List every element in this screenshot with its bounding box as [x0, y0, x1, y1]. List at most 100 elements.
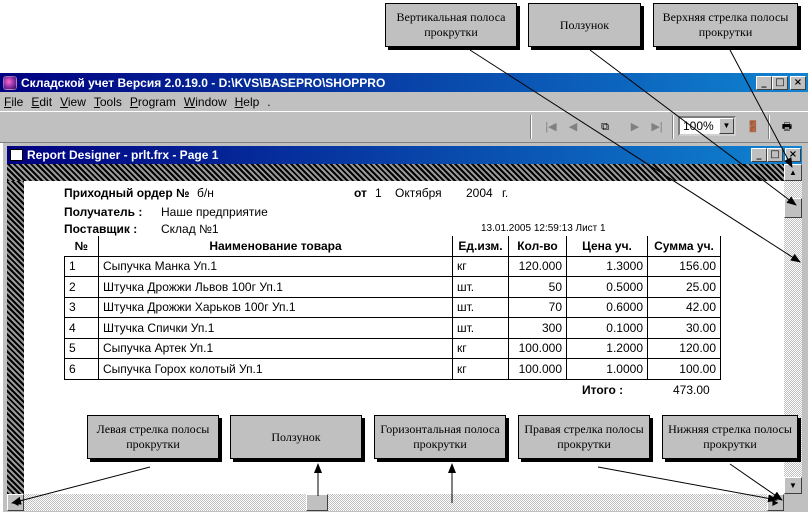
menu-bar: File Edit View Tools Program Window Help…	[0, 92, 808, 111]
cell-unit: кг	[452, 255, 509, 277]
table-row: 4 Штучка Спички Уп.1 шт. 300 0.1000 30.0…	[64, 317, 721, 339]
cell-price: 0.5000	[566, 276, 648, 298]
callout-right-arrow: Правая стрелка полосы прокрутки	[518, 415, 650, 459]
menu-file[interactable]: File	[4, 95, 23, 109]
cell-qty: 100.000	[508, 358, 567, 380]
report-maximize-button[interactable]: □	[767, 148, 783, 162]
cell-price: 0.6000	[566, 296, 648, 318]
column-header: Ед.изм.	[452, 236, 509, 257]
scroll-up-icon[interactable]: ▲	[784, 164, 802, 181]
cell-name: Сыпучка Артек Уп.1	[98, 337, 453, 359]
toolbar-separator	[672, 115, 674, 139]
recipient-value: Наше предприятие	[161, 205, 268, 219]
cell-unit: шт.	[452, 296, 509, 318]
cell-qty: 50	[508, 276, 567, 298]
cell-index: 1	[64, 255, 99, 277]
menu-help[interactable]: Help	[235, 95, 260, 109]
app-minimize-button[interactable]: _	[756, 75, 772, 90]
report-doc-icon	[10, 149, 23, 161]
cell-name: Штучка Дрожжи Харьков 100г Уп.1	[98, 296, 453, 318]
cell-index: 4	[64, 317, 99, 339]
table-row: 1 Сыпучка Манка Уп.1 кг 120.000 1.3000 1…	[64, 255, 721, 277]
cell-sum: 25.00	[647, 276, 721, 298]
scroll-right-icon[interactable]: ▶	[767, 494, 784, 511]
first-page-icon[interactable]: |◀	[540, 117, 562, 137]
callout-horizontal-scrollbar: Горизонтальная полоса прокрутки	[374, 415, 506, 459]
horizontal-scrollbar[interactable]	[7, 494, 784, 511]
cell-sum: 30.00	[647, 317, 721, 339]
exit-icon[interactable]: 🚪	[742, 117, 764, 137]
chevron-down-icon[interactable]: ▼	[719, 118, 734, 134]
column-header: Сумма уч.	[647, 236, 721, 257]
cell-unit: шт.	[452, 317, 509, 339]
supplier-label: Поставщик :	[64, 222, 138, 236]
app-maximize-button[interactable]: □	[772, 75, 788, 90]
supplier-value: Склад №1	[161, 222, 219, 236]
callout-vertical-scrollbar: Вертикальная полоса прокрутки	[385, 3, 517, 47]
cell-index: 6	[64, 358, 99, 380]
cell-price: 1.3000	[566, 255, 648, 277]
table-row: 3 Штучка Дрожжи Харьков 100г Уп.1 шт. 70…	[64, 296, 721, 318]
cell-name: Сыпучка Манка Уп.1	[98, 255, 453, 277]
app-titlebar[interactable]: Складской учет Версия 2.0.19.0 - D:\KVS\…	[0, 73, 808, 92]
callout-horizontal-thumb: Ползунок	[230, 415, 362, 459]
scrollbar-corner	[784, 494, 802, 511]
print-icon[interactable]: 🖶	[776, 117, 798, 137]
menu-edit[interactable]: Edit	[31, 95, 52, 109]
cell-sum: 100.00	[647, 358, 721, 380]
report-minimize-button[interactable]: _	[751, 148, 767, 162]
callout-bottom-arrow: Нижняя стрелка полосы прокрутки	[662, 415, 798, 459]
column-header: Цена уч.	[566, 236, 648, 257]
report-close-button[interactable]: ×	[785, 148, 801, 162]
next-page-icon[interactable]: ▶	[624, 117, 646, 137]
cell-qty: 70	[508, 296, 567, 318]
cell-index: 2	[64, 276, 99, 298]
scroll-down-icon[interactable]: ▼	[784, 477, 802, 494]
report-window-title: Report Designer - prlt.frx - Page 1	[27, 148, 219, 162]
callout-left-arrow: Левая стрелка полосы прокрутки	[87, 415, 219, 459]
cell-sum: 120.00	[647, 337, 721, 359]
callout-top-arrow: Верхняя стрелка полосы прокрутки	[653, 3, 798, 47]
column-header: №	[64, 236, 99, 257]
menu-window[interactable]: Window	[184, 95, 227, 109]
date-suffix: г.	[502, 186, 509, 200]
cell-name: Штучка Дрожжи Львов 100г Уп.1	[98, 276, 453, 298]
date-label: от	[354, 186, 367, 200]
callout-vertical-thumb: Ползунок	[528, 3, 641, 47]
vertical-scroll-thumb[interactable]	[784, 198, 802, 218]
cell-unit: шт.	[452, 276, 509, 298]
menu-tools[interactable]: Tools	[94, 95, 122, 109]
cell-unit: кг	[452, 337, 509, 359]
date-month: Октября	[395, 186, 442, 200]
horizontal-scroll-thumb[interactable]	[306, 494, 328, 511]
doc-label: Приходный ордер №	[64, 186, 190, 200]
cell-name: Штучка Спички Уп.1	[98, 317, 453, 339]
menu-program[interactable]: Program	[130, 95, 176, 109]
table-row: 5 Сыпучка Артек Уп.1 кг 100.000 1.2000 1…	[64, 337, 721, 359]
zoom-value: 100%	[683, 119, 714, 133]
cell-qty: 100.000	[508, 337, 567, 359]
app-close-button[interactable]: ×	[790, 75, 806, 90]
cell-qty: 300	[508, 317, 567, 339]
menu-view[interactable]: View	[60, 95, 86, 109]
total-label: Итого :	[582, 383, 624, 397]
column-header: Наименование товара	[98, 236, 453, 257]
cell-qty: 120.000	[508, 255, 567, 277]
app-logo-icon	[3, 75, 17, 90]
column-header: Кол-во	[508, 236, 567, 257]
menu-extra[interactable]: .	[267, 95, 270, 109]
last-page-icon[interactable]: ▶|	[646, 117, 668, 137]
table-row: 2 Штучка Дрожжи Львов 100г Уп.1 шт. 50 0…	[64, 276, 721, 298]
cell-index: 3	[64, 296, 99, 318]
copy-pages-icon[interactable]: ⧉	[594, 117, 616, 137]
cell-price: 1.0000	[566, 358, 648, 380]
date-day: 1	[375, 186, 382, 200]
scroll-left-icon[interactable]: ◀	[7, 494, 24, 511]
prev-page-icon[interactable]: ◀	[562, 117, 584, 137]
cell-sum: 42.00	[647, 296, 721, 318]
zoom-select[interactable]: 100% ▼	[678, 116, 736, 136]
report-table: № Наименование товара Ед.изм. Кол-во Цен…	[64, 236, 721, 380]
table-header-row: № Наименование товара Ед.изм. Кол-во Цен…	[64, 236, 721, 257]
report-window-titlebar[interactable]: Report Designer - prlt.frx - Page 1 _ □ …	[7, 146, 802, 164]
doc-number: б/н	[197, 186, 214, 200]
